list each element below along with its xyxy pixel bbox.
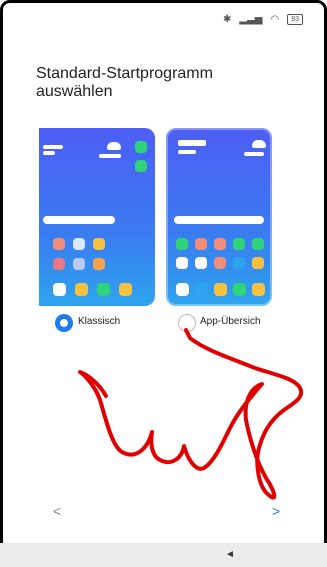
previous-page-button[interactable]: < — [53, 503, 61, 519]
system-navigation-bar: ◄ — [0, 543, 327, 567]
back-button[interactable]: ◄ — [225, 549, 235, 560]
scribble-annotation — [78, 328, 304, 500]
next-page-button[interactable]: > — [272, 503, 280, 519]
